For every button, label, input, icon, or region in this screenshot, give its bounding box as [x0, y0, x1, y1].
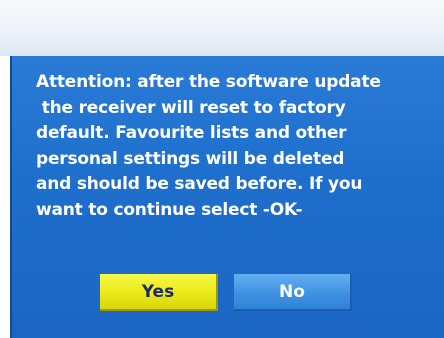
no-button[interactable]: No: [234, 274, 352, 311]
software-update-dialog: Attention: after the software update the…: [10, 56, 444, 338]
yes-button[interactable]: Yes: [100, 274, 218, 311]
dialog-message: Attention: after the software update the…: [36, 72, 381, 220]
background-band: [0, 0, 444, 56]
screen: Attention: after the software update the…: [0, 0, 444, 338]
